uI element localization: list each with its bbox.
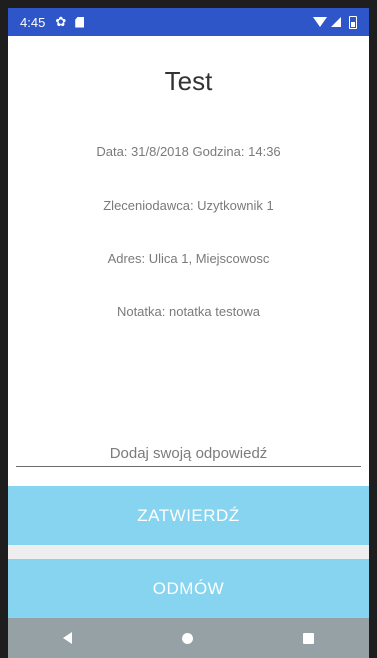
answer-input[interactable] bbox=[16, 440, 361, 467]
page-title: Test bbox=[164, 66, 213, 96]
address-line: Adres: Ulica 1, Miejscowosc bbox=[107, 251, 270, 266]
sd-card-icon bbox=[75, 16, 85, 28]
status-icons bbox=[313, 15, 357, 29]
back-icon[interactable] bbox=[63, 632, 72, 644]
wifi-icon bbox=[313, 17, 327, 27]
navigation-bar bbox=[8, 618, 369, 658]
recents-icon[interactable] bbox=[303, 632, 314, 644]
confirm-button[interactable]: ZATWIERDŹ bbox=[8, 486, 369, 545]
home-icon[interactable] bbox=[182, 632, 193, 644]
gear-icon: ✿ bbox=[55, 14, 67, 29]
battery-icon bbox=[349, 15, 357, 29]
reject-button[interactable]: ODMÓW bbox=[8, 559, 369, 618]
status-time: 4:45 bbox=[20, 14, 46, 30]
client-line: Zleceniodawca: Uzytkownik 1 bbox=[103, 198, 274, 213]
button-separator bbox=[8, 545, 369, 559]
note-line: Notatka: notatka testowa bbox=[116, 304, 261, 319]
signal-icon bbox=[331, 17, 341, 27]
status-bar: 4:45 ✿ bbox=[8, 8, 369, 36]
date-line: Data: 31/8/2018 Godzina: 14:36 bbox=[96, 144, 281, 159]
